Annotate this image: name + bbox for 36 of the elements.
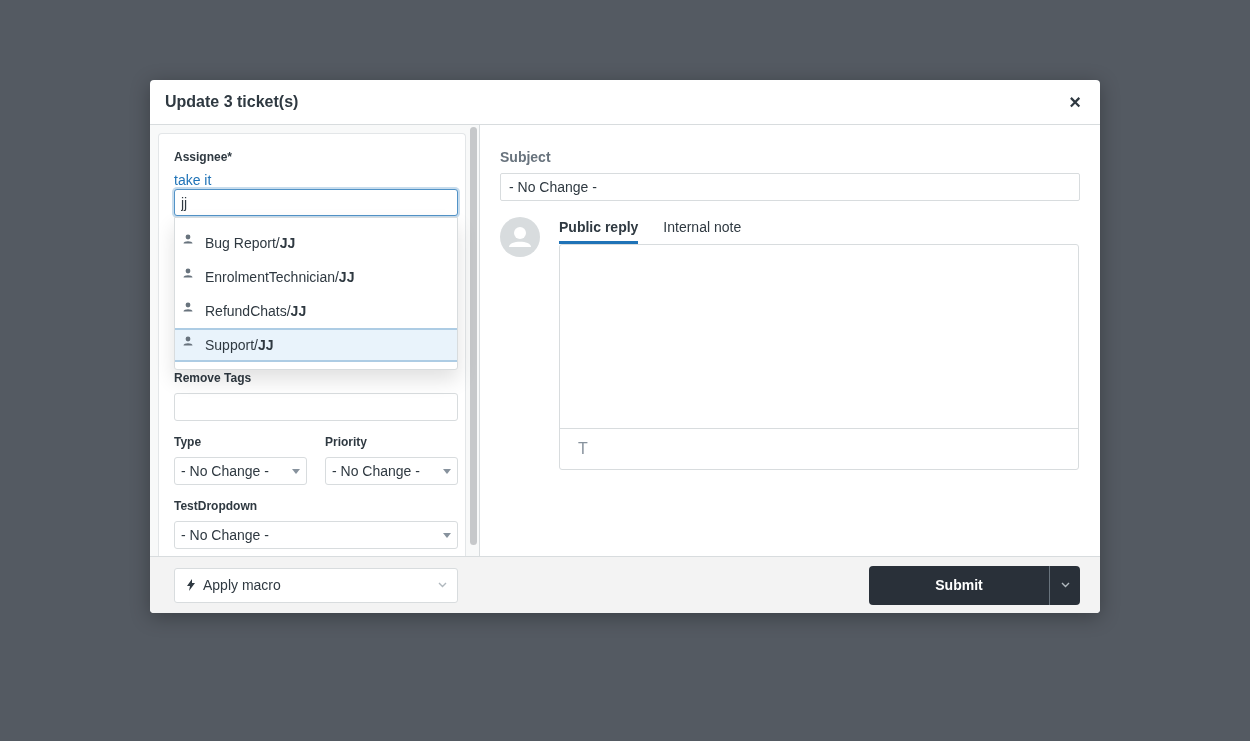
submit-options-button[interactable] bbox=[1049, 565, 1080, 605]
field-label: Priority bbox=[325, 435, 368, 449]
person-icon bbox=[183, 268, 193, 278]
chevron-down-icon bbox=[438, 582, 447, 588]
assignee-option[interactable]: EnrolmentTechnician/JJ bbox=[175, 260, 457, 294]
subject-label: Subject bbox=[500, 149, 552, 165]
field-label: Type bbox=[174, 435, 203, 449]
assignee-input[interactable]: jj bbox=[174, 189, 458, 216]
caret-icon bbox=[292, 468, 300, 474]
field-label: Assignee* bbox=[174, 150, 234, 164]
person-icon bbox=[183, 234, 193, 244]
test-dropdown-select[interactable]: - No Change - bbox=[174, 521, 458, 549]
remove-tags-field[interactable] bbox=[174, 393, 458, 421]
caret-icon bbox=[443, 468, 451, 474]
person-icon bbox=[183, 336, 193, 346]
assignee-option[interactable]: RefundChats/JJ bbox=[175, 294, 457, 328]
caret-icon bbox=[443, 532, 451, 538]
field-label: Remove Tags bbox=[174, 371, 253, 385]
person-icon bbox=[183, 302, 193, 312]
chevron-down-icon bbox=[1060, 582, 1070, 588]
modal-title: Update 3 ticket(s) bbox=[165, 93, 299, 111]
submit-button[interactable]: Submit bbox=[869, 565, 1049, 605]
take-it-link[interactable]: take it bbox=[174, 172, 212, 188]
apply-macro-select[interactable]: Apply macro bbox=[174, 567, 458, 603]
lightning-icon bbox=[187, 579, 195, 591]
close-button[interactable]: × bbox=[1065, 90, 1085, 114]
priority-select[interactable]: - No Change - bbox=[325, 457, 458, 485]
reply-tab[interactable]: Internal note bbox=[663, 217, 742, 244]
assignee-option[interactable]: Support/JJ bbox=[175, 328, 457, 362]
type-select[interactable]: - No Change - bbox=[174, 457, 307, 485]
scrollbar[interactable] bbox=[470, 127, 477, 545]
assignee-option[interactable]: Bug Report/JJ bbox=[175, 226, 457, 260]
avatar-icon bbox=[500, 217, 540, 257]
field-label: TestDropdown bbox=[174, 499, 259, 513]
reply-tab[interactable]: Public reply bbox=[559, 217, 639, 244]
subject-field[interactable]: - No Change - bbox=[500, 173, 1080, 201]
